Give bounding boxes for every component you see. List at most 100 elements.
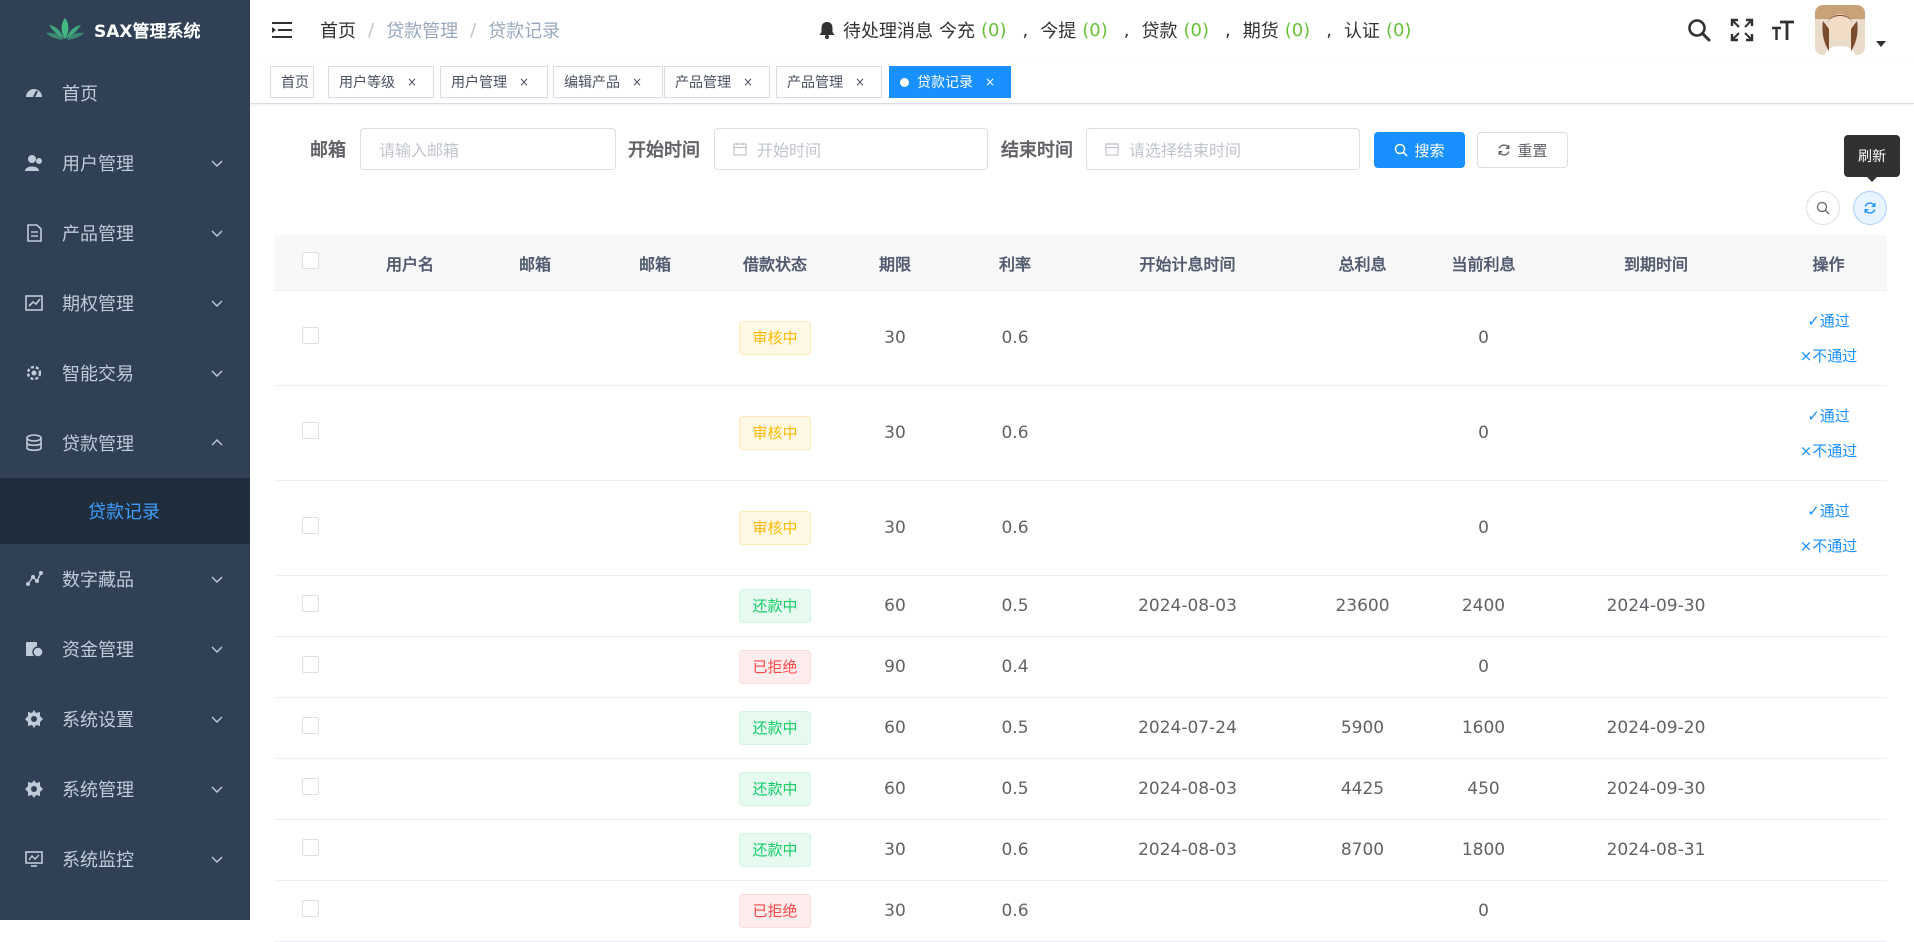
reset-button[interactable]: 重置 [1477,132,1568,168]
select-all-checkbox[interactable] [301,252,319,269]
current-interest-value: 1600 [1461,718,1506,738]
close-icon[interactable]: × [632,75,642,89]
current-interest-value: 1800 [1461,840,1506,860]
end-time-picker[interactable]: 请选择结束时间 [1086,128,1360,170]
approve-button[interactable]: ✓通过 [1807,405,1850,426]
sidebar-item-label: 系统设置 [62,710,134,731]
end-time-placeholder: 请选择结束时间 [1129,141,1242,160]
tag-label: 用户等级 [339,75,395,91]
table-row: 审核中 30 0.6 0 ✓通过 ×不通过 [275,386,1887,481]
row-checkbox[interactable] [301,717,319,734]
chevron-down-icon [211,300,223,307]
table-cell [275,327,345,349]
row-checkbox[interactable] [301,517,319,534]
sidebar-item-1[interactable]: 用户管理 [0,128,250,198]
sidebar-subitem-loan-records[interactable]: 贷款记录 [0,478,250,544]
breadcrumb-loan-records: 贷款记录 [488,21,561,42]
email-input[interactable]: 请输入邮箱 [360,128,616,170]
table-cell: 0.6 [955,901,1075,921]
row-checkbox[interactable] [301,839,319,856]
user-icon [25,155,42,171]
tag-0[interactable]: 首页 [270,66,314,98]
approve-button[interactable]: ✓通过 [1807,310,1850,331]
breadcrumb-home[interactable]: 首页 [320,17,356,43]
sidebar-item-8[interactable]: 系统设置 [0,684,250,754]
sidebar-item-10[interactable]: 系统监控 [0,824,250,894]
pending-notices[interactable]: 待处理消息 今充 (0) , 今提 (0) , 贷款 (0) , 期货 (0) … [817,0,1415,60]
search-icon [1816,201,1830,215]
reject-button[interactable]: ×不通过 [1800,535,1858,556]
reject-button[interactable]: ×不通过 [1800,440,1858,461]
dashboard-icon [26,89,42,98]
close-icon[interactable]: × [407,75,417,89]
row-checkbox[interactable] [301,900,319,917]
column-header: 期限 [878,254,911,274]
term-value: 30 [884,901,906,921]
table-cell: ✓通过 ×不通过 [1770,500,1887,556]
table-cell: 审核中 [715,416,835,450]
tag-3[interactable]: 编辑产品 × [553,66,663,98]
calendar-icon [733,142,747,156]
close-icon[interactable]: × [519,75,529,89]
font-size-icon[interactable] [1770,17,1796,43]
table-cell: 0.6 [955,840,1075,860]
settings-icon [25,780,43,798]
fullscreen-icon[interactable] [1729,17,1755,43]
start-time-placeholder: 开始时间 [757,141,822,160]
status-badge: 审核中 [739,416,811,450]
row-checkbox[interactable] [301,656,319,673]
sidebar-item-3[interactable]: 期权管理 [0,268,250,338]
tag-1[interactable]: 用户等级 × [328,66,434,98]
notice-recharge-count: (0) [981,19,1007,41]
search-icon[interactable] [1686,17,1712,43]
table-cell [275,595,345,617]
refresh-button[interactable] [1853,191,1887,225]
approve-button[interactable]: ✓通过 [1807,500,1850,521]
search-button[interactable]: 搜索 [1374,132,1465,168]
sidebar-item-0[interactable]: 首页 [0,58,250,128]
notice-comma: , [1123,19,1130,41]
row-checkbox[interactable] [301,778,319,795]
sidebar-item-7[interactable]: 资金管理 [0,614,250,684]
tag-6[interactable]: 贷款记录 × [889,66,1011,98]
tag-5[interactable]: 产品管理 × [776,66,882,98]
chevron-down-icon [211,370,223,377]
table-cell: 60 [835,779,955,799]
chevron-down-icon [211,646,223,653]
row-checkbox[interactable] [301,422,319,439]
row-checkbox[interactable] [301,595,319,612]
sidebar-item-5[interactable]: 贷款管理 [0,408,250,478]
row-checkbox[interactable] [301,327,319,344]
sidebar-item-6[interactable]: 数字藏品 [0,544,250,614]
close-icon[interactable]: × [743,75,753,89]
settings-icon [25,710,43,728]
table-cell: 4425 [1300,779,1425,799]
close-icon[interactable]: × [985,75,995,89]
user-avatar[interactable] [1815,5,1865,55]
term-value: 60 [884,596,906,616]
hamburger-icon[interactable] [270,18,294,42]
sidebar-item-4[interactable]: 智能交易 [0,338,250,408]
table-row: 审核中 30 0.6 0 ✓通过 ×不通过 [275,291,1887,386]
start-time-picker[interactable]: 开始时间 [714,128,988,170]
tag-4[interactable]: 产品管理 × [664,66,770,98]
due-time-value: 2024-09-30 [1606,596,1706,616]
sidebar-item-9[interactable]: 系统管理 [0,754,250,824]
current-interest-value: 2400 [1461,596,1506,616]
chevron-down-icon [211,576,223,583]
table-cell: 30 [835,423,955,443]
tag-2[interactable]: 用户管理 × [440,66,548,98]
table-cell: ✓通过 ×不通过 [1770,310,1887,366]
reject-button[interactable]: ×不通过 [1800,345,1858,366]
coins-icon [26,434,42,452]
close-icon[interactable]: × [855,75,865,89]
row-actions: ✓通过 ×不通过 [1770,500,1887,556]
app-logo[interactable]: SAX管理系统 [0,0,250,58]
sidebar-item-2[interactable]: 产品管理 [0,198,250,268]
refresh-icon [1864,202,1876,214]
table-cell: 30 [835,840,955,860]
chevron-down-icon [211,716,223,723]
toggle-search-button[interactable] [1806,191,1840,225]
breadcrumb: 首页 / 贷款管理 / 贷款记录 [320,17,560,43]
caret-down-icon[interactable] [1876,40,1886,48]
